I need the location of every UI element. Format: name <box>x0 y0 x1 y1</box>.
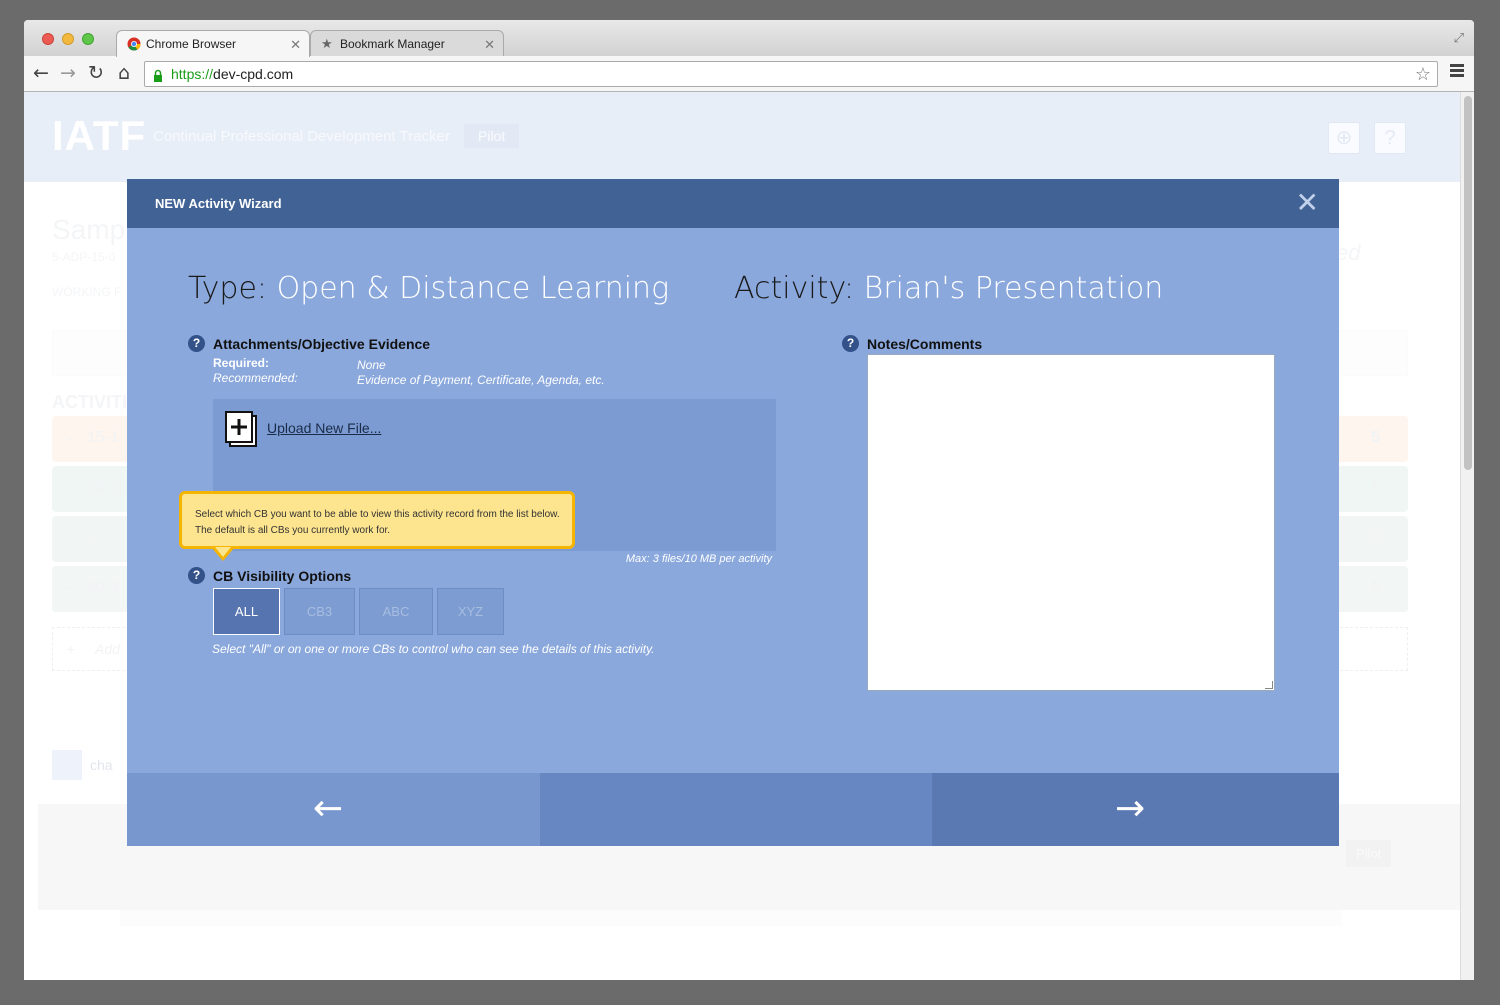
browser-window: Chrome Browser ✕ ★ Bookmark Manager ✕ ⤢ … <box>24 20 1474 980</box>
record-reference: 5-ADP-15-0 <box>52 250 116 264</box>
globe-icon[interactable]: ⊕ <box>1328 122 1360 154</box>
page-scrollbar[interactable] <box>1460 92 1474 980</box>
close-icon[interactable]: ✕ <box>1296 189 1319 217</box>
bookmark-star-icon[interactable]: ☆ <box>1415 63 1431 87</box>
recommended-value: Evidence of Payment, Certificate, Agenda… <box>357 373 605 387</box>
activity-hours: 0 <box>1371 529 1380 546</box>
activity-value: Brian's Presentation <box>863 271 1164 306</box>
scrollbar-thumb[interactable] <box>1464 96 1472 470</box>
arrow-left-icon: ← <box>313 788 344 829</box>
tab-chrome-browser[interactable]: Chrome Browser ✕ <box>116 30 310 57</box>
activity-heading: Activity: Brian's Presentation <box>734 271 1163 306</box>
working-label: WORKING F <box>52 285 122 299</box>
help-icon[interactable]: ? <box>1374 122 1406 154</box>
tab-label: Bookmark Manager <box>340 37 445 51</box>
help-icon[interactable]: ? <box>188 335 205 352</box>
recommended-label: Recommended: <box>213 371 298 385</box>
upload-new-file-link[interactable]: Upload New File... <box>267 420 381 436</box>
site-logo: IATF <box>52 112 147 159</box>
add-file-icon[interactable] <box>225 411 257 447</box>
tooltip-pointer-fill <box>215 547 231 557</box>
cb-option-all[interactable]: ALL <box>213 588 280 635</box>
type-value: Open & Distance Learning <box>276 271 670 306</box>
tab-label: Chrome Browser <box>146 37 237 51</box>
browser-toolbar: ← → ↻ ⌂ https://dev-cpd.com ☆ <box>24 56 1474 92</box>
close-window-button[interactable] <box>42 33 54 45</box>
fullscreen-icon[interactable]: ⤢ <box>1454 30 1464 46</box>
wizard-footer: ← → <box>127 773 1339 846</box>
page-viewport: IATF Continual Professional Development … <box>24 92 1460 980</box>
activity-date: 8-24 <box>87 529 120 546</box>
cb-option-cb3[interactable]: CB3 <box>284 588 355 635</box>
chevron-down-icon: ⌄ <box>64 479 75 493</box>
site-header: IATF Continual Professional Development … <box>24 92 1460 182</box>
status-label: ed <box>1336 240 1361 265</box>
chevron-down-icon: ⌄ <box>64 529 75 543</box>
page-title: Samp <box>52 214 126 245</box>
cb-hint: Select "All" or on one or more CBs to co… <box>212 642 655 656</box>
activity-hours: 5 <box>1371 579 1380 596</box>
cb-option-abc[interactable]: ABC <box>359 588 433 635</box>
reload-icon[interactable]: ↻ <box>85 62 107 84</box>
chat-label: cha <box>90 757 113 773</box>
star-icon: ★ <box>321 36 333 51</box>
chevron-down-icon: ⌄ <box>64 429 75 443</box>
footer-strip <box>120 910 1342 926</box>
activity-date: 15-1 <box>87 429 120 446</box>
type-label: Type: <box>188 271 268 306</box>
chevron-down-icon: ⌄ <box>64 579 75 593</box>
zoom-window-button[interactable] <box>82 33 94 45</box>
chrome-icon <box>127 37 141 51</box>
pilot-badge: Pilot <box>464 124 520 148</box>
required-label: Required: <box>213 356 270 370</box>
required-value: None <box>357 358 386 372</box>
url-scheme: https:// <box>171 66 214 82</box>
tab-bookmark-manager[interactable]: ★ Bookmark Manager ✕ <box>310 30 504 57</box>
wizard-progress-segment <box>541 773 933 846</box>
activity-date: 30-3 <box>87 579 120 596</box>
type-heading: Type: Open & Distance Learning <box>188 271 669 306</box>
resize-handle[interactable] <box>1265 681 1273 689</box>
plus-icon: + <box>67 641 76 657</box>
back-button[interactable]: ← <box>127 773 541 846</box>
modal-title: NEW Activity Wizard <box>155 196 282 211</box>
cb-option-xyz[interactable]: XYZ <box>437 588 504 635</box>
activity-date: 28 Oc <box>87 479 130 496</box>
title-bar: Chrome Browser ✕ ★ Bookmark Manager ✕ ⤢ <box>24 20 1474 57</box>
next-button[interactable]: → <box>933 773 1339 846</box>
add-activity-label: Add <box>95 641 120 657</box>
attachments-label: Attachments/Objective Evidence <box>213 336 431 352</box>
activity-hours: 1 <box>1371 479 1380 496</box>
help-icon[interactable]: ? <box>188 567 205 584</box>
address-bar[interactable]: https://dev-cpd.com ☆ <box>144 61 1438 87</box>
footer-pilot-badge: Pilot <box>1346 840 1392 867</box>
help-icon[interactable]: ? <box>842 335 859 352</box>
home-icon[interactable]: ⌂ <box>113 62 135 84</box>
url-host: dev-cpd.com <box>213 66 294 82</box>
back-icon[interactable]: ← <box>30 62 52 84</box>
notes-textarea[interactable] <box>867 354 1275 691</box>
close-tab-icon[interactable]: ✕ <box>290 37 301 53</box>
cb-tooltip: Select which CB you want to be able to v… <box>179 491 575 549</box>
activity-hours: 5 <box>1371 429 1380 446</box>
close-tab-icon[interactable]: ✕ <box>484 37 495 53</box>
chat-icon[interactable] <box>52 750 82 780</box>
lock-icon <box>153 66 163 82</box>
forward-icon[interactable]: → <box>57 62 79 84</box>
max-files-note: Max: 3 files/10 MB per activity <box>625 553 772 565</box>
minimize-window-button[interactable] <box>62 33 74 45</box>
activities-heading: ACTIVITI <box>52 392 127 412</box>
activity-label: Activity: <box>734 271 855 306</box>
notes-label: Notes/Comments <box>867 336 983 352</box>
arrow-right-icon: → <box>1115 788 1146 829</box>
activity-wizard-modal: NEW Activity Wizard ✕ Type: Open & Dista… <box>127 179 1339 846</box>
cb-visibility-label: CB Visibility Options <box>213 568 352 584</box>
site-tagline: Continual Professional Development Track… <box>153 128 450 145</box>
menu-icon[interactable] <box>1450 64 1464 79</box>
modal-header: NEW Activity Wizard ✕ <box>127 179 1339 228</box>
